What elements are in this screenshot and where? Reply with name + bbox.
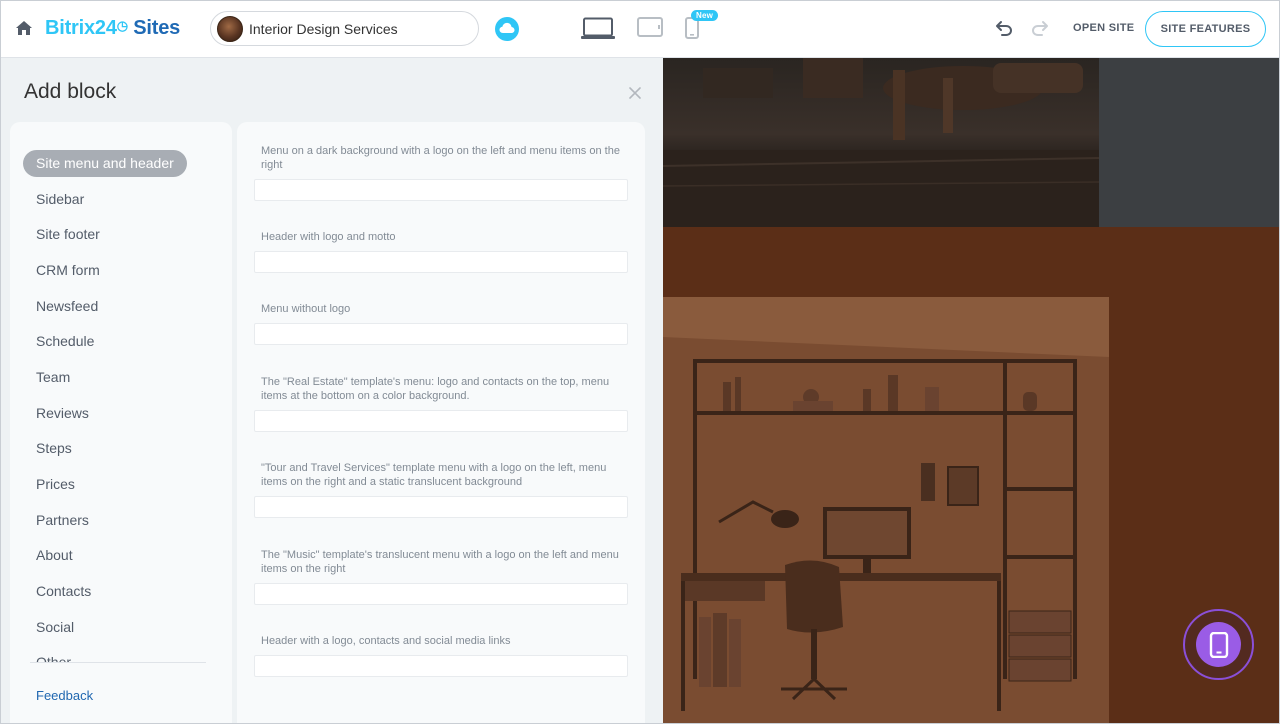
clock-icon: ◷ (116, 18, 128, 33)
block-description: The "Real Estate" template's menu: logo … (261, 376, 610, 402)
category-partners[interactable]: Partners (23, 507, 102, 534)
interior-photo (663, 58, 1100, 227)
category-team[interactable]: Team (23, 364, 83, 391)
category-site-menu-and-header[interactable]: Site menu and header (23, 150, 187, 177)
bitrix24-sites-logo[interactable]: Bitrix24◷ Sites (45, 17, 180, 40)
site-features-button[interactable]: SITE FEATURES (1145, 11, 1266, 47)
undo-icon[interactable] (995, 20, 1013, 36)
tablet-icon[interactable] (637, 17, 663, 37)
site-name: Interior Design Services (249, 21, 398, 37)
category-divider (30, 662, 206, 663)
block-item[interactable]: The "Music" template's translucent menu … (254, 548, 628, 605)
block-description: The "Music" template's translucent menu … (261, 549, 619, 575)
block-description: "Tour and Travel Services" template menu… (261, 462, 607, 488)
feedback-link[interactable]: Feedback (36, 688, 93, 703)
panel-title: Add block (24, 80, 117, 103)
block-item[interactable]: "Tour and Travel Services" template menu… (254, 461, 628, 518)
category-other[interactable]: Other (23, 649, 84, 662)
close-icon[interactable] (628, 86, 642, 100)
site-selector[interactable]: Interior Design Services (210, 11, 479, 46)
block-preview (254, 323, 628, 345)
office-desk-photo (663, 297, 1109, 724)
block-preview (254, 583, 628, 605)
texture-panel (1099, 58, 1280, 227)
category-list: Site menu and header Sidebar Site footer… (10, 122, 232, 724)
category-schedule[interactable]: Schedule (23, 328, 107, 355)
category-about[interactable]: About (23, 542, 86, 569)
site-preview (663, 58, 1280, 724)
top-bar: Bitrix24◷ Sites Interior Design Services… (0, 0, 1280, 58)
desktop-icon[interactable] (580, 17, 616, 41)
block-preview (254, 496, 628, 518)
new-badge: New (691, 10, 719, 21)
block-description: Menu without logo (261, 303, 351, 315)
category-contacts[interactable]: Contacts (23, 578, 104, 605)
block-item[interactable]: The "Real Estate" template's menu: logo … (254, 375, 628, 432)
block-item[interactable]: Header with logo and motto (254, 230, 628, 273)
block-item[interactable]: Header with a logo, contacts and social … (254, 634, 628, 677)
redo-icon[interactable] (1031, 20, 1049, 36)
category-sidebar[interactable]: Sidebar (23, 186, 97, 213)
block-item[interactable]: Menu on a dark background with a logo on… (254, 144, 628, 201)
home-icon[interactable] (16, 21, 32, 35)
block-description: Header with logo and motto (261, 231, 396, 243)
open-site-link[interactable]: OPEN SITE (1073, 22, 1134, 34)
site-thumbnail (217, 16, 243, 42)
mobile-preview-button[interactable] (1183, 609, 1254, 680)
category-steps[interactable]: Steps (23, 435, 85, 462)
cloud-icon[interactable] (495, 17, 519, 41)
category-newsfeed[interactable]: Newsfeed (23, 293, 111, 320)
block-preview (254, 251, 628, 273)
block-item[interactable]: Menu without logo (254, 302, 628, 345)
block-list: Menu on a dark background with a logo on… (237, 122, 645, 724)
block-preview (254, 410, 628, 432)
add-block-panel: Add block Site menu and header Sidebar S… (0, 58, 663, 724)
block-preview (254, 655, 628, 677)
block-preview (254, 179, 628, 201)
block-description: Menu on a dark background with a logo on… (261, 145, 620, 171)
category-crm-form[interactable]: CRM form (23, 257, 113, 284)
category-social[interactable]: Social (23, 614, 87, 641)
category-prices[interactable]: Prices (23, 471, 88, 498)
category-reviews[interactable]: Reviews (23, 400, 102, 427)
block-description: Header with a logo, contacts and social … (261, 635, 511, 647)
category-site-footer[interactable]: Site footer (23, 221, 113, 248)
phone-icon (1196, 622, 1241, 667)
